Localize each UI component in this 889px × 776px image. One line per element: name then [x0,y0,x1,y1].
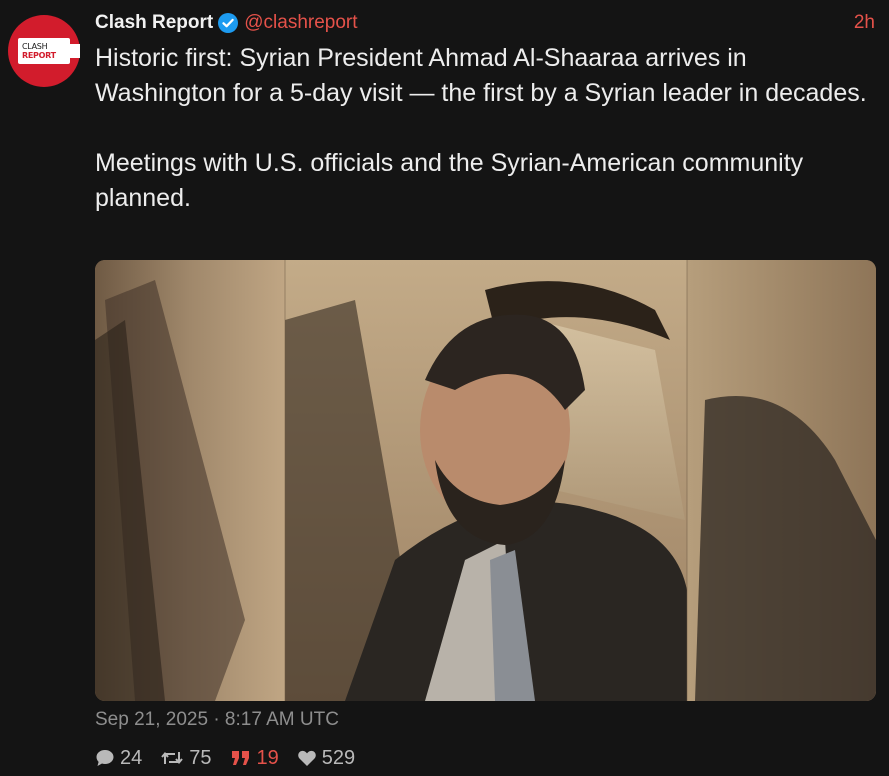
tweet-text: Historic first: Syrian President Ahmad A… [95,44,867,212]
author-handle[interactable]: @clashreport [244,12,357,34]
quote-marks-icon [231,751,249,765]
heart-icon [297,750,316,766]
clash-report-logo: CLASH REPORT [18,38,80,64]
reply-stat[interactable]: 24 [95,747,142,770]
repost-arrows-icon [161,751,184,765]
logo-text-report: REPORT [22,51,56,60]
tweet-timestamp[interactable]: Sep 21, 2025 · 8:17 AM UTC [95,706,339,734]
verified-badge-icon [218,13,239,33]
tweet-card: CLASH REPORT Clash Report @clashreport 2… [0,0,889,776]
avatar[interactable]: CLASH REPORT [8,15,80,87]
tweet-photo[interactable] [95,260,876,701]
quote-count: 19 [256,746,279,769]
like-count: 529 [321,746,356,769]
photo-image [95,260,876,701]
speech-bubble-icon [96,750,114,766]
repost-stat[interactable]: 75 [160,746,212,770]
reply-count: 24 [120,746,143,769]
like-stat[interactable]: 529 [297,747,355,770]
tweet-header: Clash Report @clashreport [95,10,358,36]
engagement-bar: 24 75 19 529 [95,744,373,772]
time-ago[interactable]: 2h [854,10,875,36]
author-name[interactable]: Clash Report [95,12,213,34]
logo-text-clash: CLASH [22,42,48,51]
repost-count: 75 [189,746,212,769]
quote-stat[interactable]: 19 [230,747,279,770]
